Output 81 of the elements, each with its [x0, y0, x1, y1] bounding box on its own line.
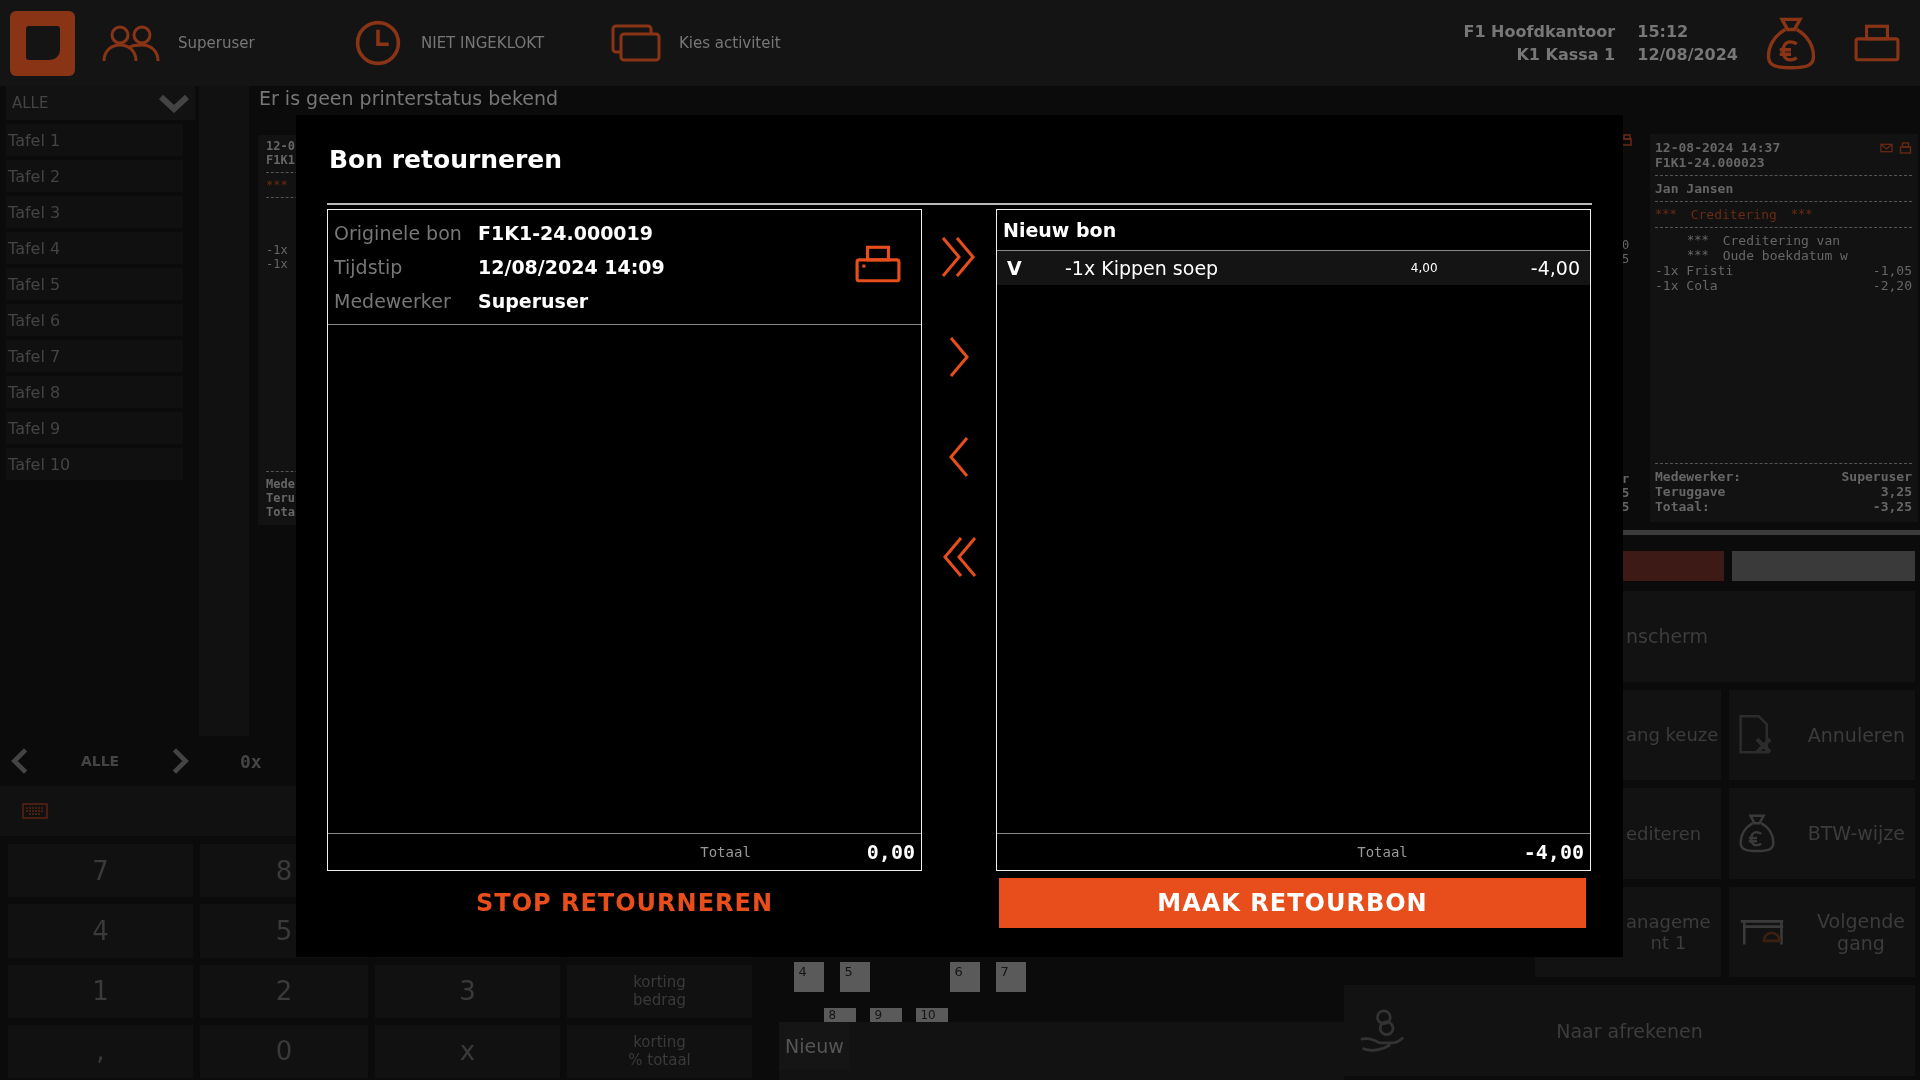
- table-button[interactable]: 8: [824, 1008, 857, 1022]
- receipt-number: F1K1-24.000023: [1655, 155, 1766, 170]
- receipt-amount: -1,05: [1872, 263, 1912, 278]
- receipt-footer-text: 5: [1622, 500, 1631, 514]
- printer-icon[interactable]: [855, 244, 901, 284]
- receipt-stars: ***: [1687, 233, 1709, 248]
- table-button[interactable]: 4: [794, 962, 825, 992]
- receipt-footer-text: r: [1622, 472, 1631, 486]
- receipt-footer-value: 3,25: [1880, 484, 1912, 499]
- table-button[interactable]: 5: [840, 962, 871, 992]
- receipt-amount: -2,20: [1872, 278, 1912, 293]
- receipt-amount: 0: [1622, 238, 1631, 252]
- receipt-note: Creditering van: [1722, 233, 1841, 248]
- printer-icon[interactable]: [1854, 23, 1900, 63]
- receipt-stars: ***: [1687, 248, 1709, 263]
- create-return-receipt-button[interactable]: MAAK RETOURBON: [999, 878, 1586, 928]
- receipt-footer-text: Mede: [266, 477, 296, 491]
- customer-name: Jan Jansen: [1655, 181, 1735, 196]
- line-unit-price: 4,00: [1410, 261, 1439, 275]
- total-label: Totaal: [1357, 844, 1408, 860]
- field-label: Tijdstip: [334, 256, 404, 278]
- line-code: V: [1007, 257, 1023, 279]
- table-button[interactable]: 9: [870, 1008, 903, 1022]
- money-bag-icon: [1739, 812, 1775, 855]
- line-amount: -4,00: [1530, 257, 1580, 279]
- receipt-footer-text: Tota: [266, 505, 296, 519]
- receipt-header-text: F1K1: [266, 153, 296, 167]
- total-amount: 0,00: [866, 840, 915, 864]
- line-item: -1x Kippen soep: [1065, 257, 1220, 279]
- receipt-footer-label: Totaal:: [1655, 499, 1710, 514]
- receipt-stars: ***: [266, 178, 289, 192]
- receipt-line: -1x: [266, 257, 289, 271]
- table-button[interactable]: 10: [916, 1008, 949, 1022]
- location-name: F1 Hoofdkantoor: [1463, 22, 1616, 41]
- total-label: Totaal: [700, 844, 751, 860]
- clock-icon[interactable]: [353, 19, 403, 67]
- keyboard-icon[interactable]: [22, 803, 48, 819]
- receipt-item: -1x Fristi: [1655, 263, 1734, 278]
- field-value: F1K1-24.000019: [478, 222, 653, 244]
- previous-icon[interactable]: [10, 747, 30, 775]
- field-label: Originele bon: [334, 222, 463, 244]
- document-cancel-icon: [1739, 713, 1775, 756]
- receipt-stars: ***: [1790, 207, 1813, 222]
- receipt-line: -1x: [266, 243, 289, 257]
- field-value: 12/08/2024 14:09: [478, 256, 665, 278]
- table-button[interactable]: 7: [996, 962, 1027, 992]
- date-text: 12/08/2024: [1637, 45, 1738, 64]
- order-count: 0x: [240, 750, 262, 772]
- receipt-footer-value: Superuser: [1841, 469, 1912, 484]
- mail-icon[interactable]: [1880, 142, 1893, 154]
- receipt-line-row[interactable]: V -1x Kippen soep 4,00 -4,00: [997, 251, 1590, 285]
- next-icon[interactable]: [170, 747, 190, 775]
- receipt-footer-text: Teru: [266, 491, 296, 505]
- receipt-amount: 5: [1622, 252, 1631, 266]
- register-name: K1 Kassa 1: [1515, 45, 1616, 64]
- chevron-down-icon: [159, 93, 189, 113]
- keypad-key[interactable]: ,: [8, 1024, 193, 1078]
- receipt-footer-label: Teruggave: [1655, 484, 1726, 499]
- receipt-footer-text: 5: [1622, 486, 1631, 500]
- hand-coin-icon: [1359, 1007, 1405, 1054]
- receipt-item: -1x Cola: [1655, 278, 1718, 293]
- receipt-header-text: 12-0: [266, 139, 296, 153]
- field-label: Medewerker: [334, 290, 452, 312]
- field-value: Superuser: [478, 290, 589, 312]
- receipt-footer-value: -3,25: [1872, 499, 1912, 514]
- receipt-note: Oude boekdatum w: [1722, 248, 1848, 263]
- table-button[interactable]: 6: [950, 962, 981, 992]
- printer-status-text: Er is geen printerstatus bekend: [259, 87, 560, 109]
- receipt-datetime: 12-08-2024 14:37: [1655, 140, 1782, 155]
- receipt-footer-label: Medewerker:: [1655, 469, 1742, 484]
- time-text: 15:12: [1637, 22, 1690, 41]
- app-logo[interactable]: [10, 10, 75, 76]
- receipt-stars: ***: [1655, 207, 1677, 222]
- money-bag-icon[interactable]: [1766, 16, 1816, 70]
- category-label: ALLE: [79, 753, 121, 769]
- clock-status: NIET INGEKLOKT: [421, 34, 546, 52]
- dialog-title: Bon retourneren: [328, 143, 564, 176]
- receipt-heading: Creditering: [1690, 207, 1777, 222]
- receipt-card[interactable]: 12-08-2024 14:37 F1K1-24.000023 Jan Jansen *** Creditering *** *** Creditering van *** Oude boekdatum w -1x Fristi -1,05 -1x Cola -2,20 Medewerker: Superuser Teruggave 3,25 Totaal: -3,25: [1650, 134, 1918, 522]
- activity-selector[interactable]: Kies activiteit: [679, 34, 781, 52]
- user-name: Superuser: [178, 34, 256, 52]
